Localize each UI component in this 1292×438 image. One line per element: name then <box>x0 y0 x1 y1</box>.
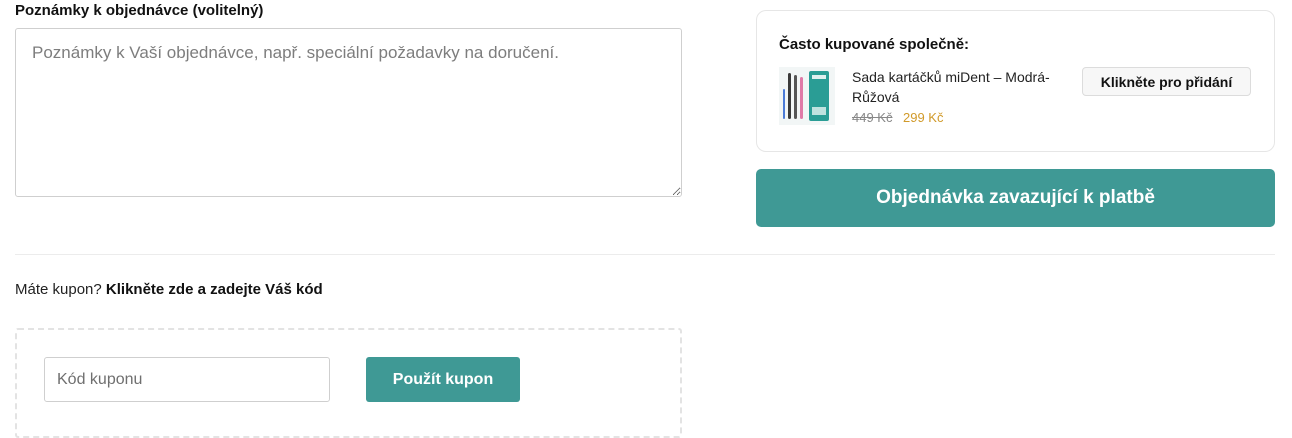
add-product-button[interactable]: Klikněte pro přidání <box>1082 67 1251 96</box>
section-divider <box>15 254 1275 255</box>
product-price-new: 299 Kč <box>903 110 944 125</box>
coupon-prompt-text: Máte kupon? <box>15 281 102 298</box>
toothbrush-set-image <box>779 67 835 125</box>
product-name[interactable]: Sada kartáčků miDent – Modrá-Růžová <box>852 67 1067 107</box>
order-notes-label: Poznámky k objednávce (volitelný) <box>15 2 264 19</box>
product-price-old: 449 Kč <box>852 110 893 125</box>
order-notes-textarea[interactable] <box>15 28 682 197</box>
coupon-prompt: Máte kupon? Klikněte zde a zadejte Váš k… <box>15 281 323 298</box>
frequently-bought-title: Často kupované společně: <box>779 36 970 53</box>
coupon-code-input[interactable] <box>44 357 330 402</box>
apply-coupon-button[interactable]: Použít kupon <box>366 357 520 402</box>
place-order-button[interactable]: Objednávka zavazující k platbě <box>756 169 1275 227</box>
coupon-toggle-link[interactable]: Klikněte zde a zadejte Váš kód <box>106 281 323 298</box>
frequently-bought-together-card: Často kupované společně: Sada kartáčků m… <box>756 10 1275 152</box>
